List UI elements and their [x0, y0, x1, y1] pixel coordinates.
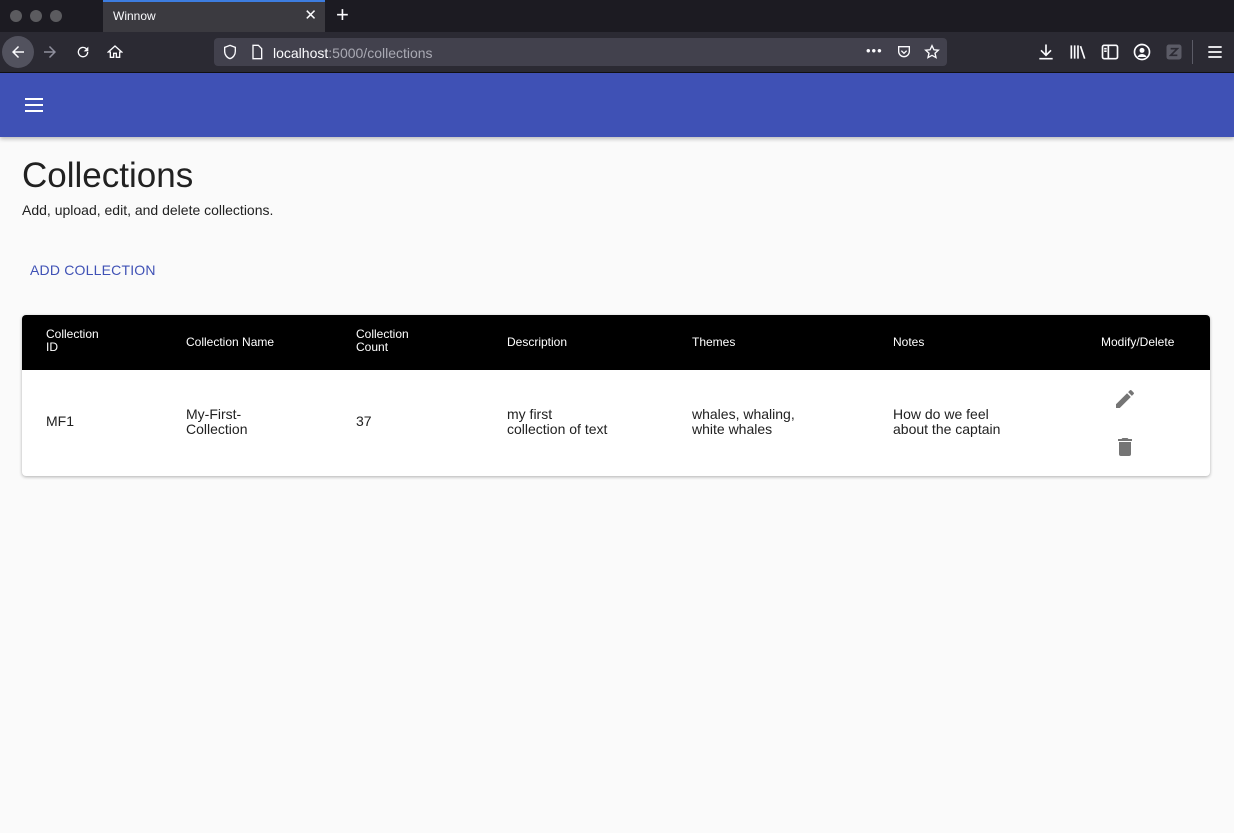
- reload-button[interactable]: [67, 36, 99, 68]
- header-collection-id[interactable]: Collection ID: [46, 328, 99, 354]
- page-subtitle: Add, upload, edit, and delete collection…: [22, 202, 274, 218]
- home-button[interactable]: [99, 36, 131, 68]
- window-minimize-dot[interactable]: [30, 10, 42, 22]
- cell-themes-line2: white whales: [692, 421, 773, 437]
- header-collection-count-line2: Count: [356, 340, 389, 354]
- sidebar-icon[interactable]: [1100, 42, 1120, 62]
- app-menu-icon[interactable]: [1205, 42, 1225, 62]
- cell-notes: How do we feel about the captain: [893, 407, 1000, 437]
- cell-collection-name-line1: My-First-: [186, 406, 242, 422]
- cell-description: my first collection of text: [507, 407, 607, 437]
- header-collection-id-line2: ID: [46, 340, 58, 354]
- cell-themes-line1: whales, whaling,: [692, 406, 795, 422]
- header-collection-name[interactable]: Collection Name: [186, 336, 274, 349]
- delete-trash-icon[interactable]: [1113, 435, 1137, 459]
- arrow-right-icon: [44, 46, 56, 58]
- header-description[interactable]: Description: [507, 336, 567, 349]
- cell-collection-id: MF1: [46, 413, 74, 429]
- extension-icon[interactable]: [1164, 42, 1184, 62]
- back-button[interactable]: [2, 36, 34, 68]
- window-zoom-dot[interactable]: [50, 10, 62, 22]
- library-icon[interactable]: [1068, 42, 1088, 62]
- page-actions-more-icon[interactable]: •••: [866, 43, 883, 58]
- pocket-icon[interactable]: [896, 44, 912, 60]
- hamburger-menu-icon[interactable]: [22, 93, 46, 117]
- cell-collection-name-line2: Collection: [186, 421, 248, 437]
- shield-icon[interactable]: [222, 44, 238, 60]
- url-text: localhost:5000/collections: [273, 45, 433, 61]
- table-header: Collection ID Collection Name Collection…: [22, 315, 1210, 370]
- new-tab-button[interactable]: +: [336, 3, 349, 27]
- tab-close-icon[interactable]: ✕: [304, 7, 317, 25]
- account-icon[interactable]: [1132, 42, 1152, 62]
- window-close-dot[interactable]: [10, 10, 22, 22]
- cell-notes-line2: about the captain: [893, 421, 1001, 437]
- arrow-left-icon: [12, 46, 24, 58]
- forward-button[interactable]: [34, 36, 66, 68]
- add-collection-button[interactable]: ADD COLLECTION: [22, 258, 164, 284]
- cell-collection-count: 37: [356, 413, 372, 429]
- browser-tab-winnow[interactable]: Winnow ✕: [103, 0, 325, 32]
- header-notes[interactable]: Notes: [893, 336, 924, 349]
- app-bar: [0, 73, 1234, 137]
- browser-tab-bar: Winnow ✕ +: [0, 0, 1234, 32]
- reload-icon: [77, 46, 89, 58]
- download-icon[interactable]: [1036, 42, 1056, 62]
- collections-table: Collection ID Collection Name Collection…: [22, 315, 1210, 476]
- toolbar-divider: [1192, 40, 1193, 64]
- cell-themes: whales, whaling, white whales: [692, 407, 795, 437]
- header-modify-delete: Modify/Delete: [1101, 335, 1175, 349]
- url-host: localhost: [273, 45, 329, 61]
- cell-description-line1: my first: [507, 406, 553, 422]
- home-icon: [107, 45, 123, 58]
- bookmark-star-icon[interactable]: [924, 44, 940, 60]
- header-collection-count[interactable]: Collection Count: [356, 328, 409, 354]
- tab-title: Winnow: [113, 9, 156, 23]
- url-path: :5000/collections: [328, 45, 433, 61]
- address-bar[interactable]: localhost:5000/collections •••: [214, 38, 947, 66]
- page-title: Collections: [22, 156, 194, 195]
- edit-pencil-icon[interactable]: [1113, 387, 1137, 411]
- page-icon[interactable]: [249, 44, 265, 60]
- browser-nav-bar: localhost:5000/collections •••: [0, 32, 1234, 73]
- header-themes[interactable]: Themes: [692, 336, 735, 349]
- cell-notes-line1: How do we feel: [893, 406, 989, 422]
- cell-collection-name: My-First- Collection: [186, 407, 247, 437]
- cell-description-line2: collection of text: [507, 421, 608, 437]
- table-row[interactable]: MF1 My-First- Collection 37 my first col…: [22, 370, 1210, 476]
